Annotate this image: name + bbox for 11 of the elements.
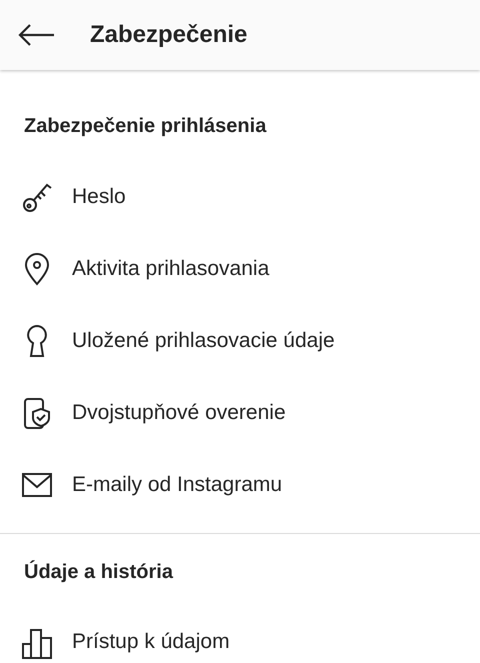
section-title: Údaje a história [23,559,174,585]
section-title: Zabezpečenie prihlásenia [23,114,268,139]
menu-item[interactable]: Prístup k údajom [72,630,230,654]
menu-item[interactable]: Heslo [72,185,126,209]
menu-item[interactable]: Dvojstupňové overenie [72,401,286,425]
menu-item[interactable]: Uložené prihlasovacie údaje [72,329,335,353]
screen-title: Zabezpečenie [90,21,248,49]
menu-item[interactable]: E-maily od Instagramu [72,473,282,497]
menu-item[interactable]: Aktivita prihlasovania [72,257,270,281]
phone-shield-icon [21,395,53,431]
back-arrow-icon[interactable] [17,23,55,47]
